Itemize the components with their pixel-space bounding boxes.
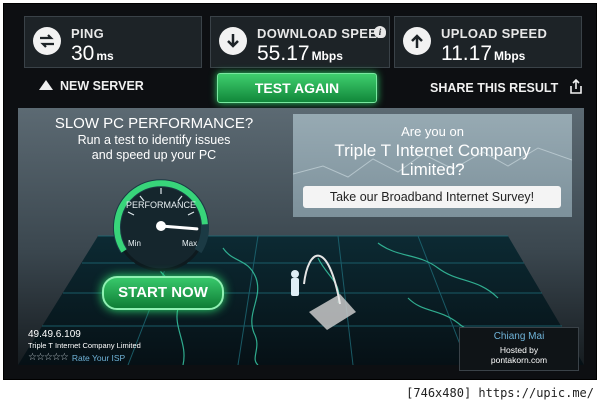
download-unit: Mbps	[311, 49, 343, 63]
triangle-up-icon	[39, 80, 53, 90]
gauge-min-label: Min	[128, 239, 141, 248]
speedtest-frame: PING 30 ms DOWNLOAD SPEED i 55.17 Mbps UPL…	[3, 3, 597, 380]
upload-value-row: 11.17 Mbps	[441, 42, 525, 66]
ping-icon	[33, 27, 61, 55]
promo-line-2: and speed up your PC	[91, 148, 217, 162]
gauge-max-label: Max	[182, 239, 197, 248]
hosted-by-label: Hosted by	[499, 345, 539, 355]
download-label: DOWNLOAD SPEED	[257, 26, 387, 41]
rate-isp[interactable]: ☆☆☆☆☆ Rate Your ISP	[28, 352, 178, 363]
share-result-link[interactable]: SHARE THIS RESULT	[430, 78, 584, 95]
test-again-button[interactable]: TEST AGAIN	[217, 73, 377, 103]
host-name: pontakorn.com	[490, 355, 548, 365]
share-label: SHARE THIS RESULT	[430, 81, 559, 95]
isp-survey-ad[interactable]: Are you on Triple T Internet Company Lim…	[293, 114, 572, 217]
gauge-hub	[156, 221, 166, 231]
promo-title: SLOW PC PERFORMANCE?	[54, 115, 254, 132]
ping-value-row: 30 ms	[71, 42, 114, 66]
download-value-row: 55.17 Mbps	[257, 42, 343, 66]
ping-label: PING	[71, 26, 104, 41]
share-icon	[569, 78, 582, 94]
ping-unit: ms	[96, 49, 114, 63]
ip-address: 49.49.6.109	[28, 329, 81, 340]
gauge-label: PERFORMANCE	[126, 200, 196, 210]
upload-value: 11.17	[441, 42, 492, 65]
map-pin-icon	[291, 270, 299, 296]
upload-unit: Mbps	[494, 49, 526, 63]
watermark-text: [746x480] https://upic.me/	[406, 386, 594, 400]
ping-value: 30	[71, 42, 95, 65]
upload-icon	[403, 27, 431, 55]
rating-stars-icon[interactable]: ☆☆☆☆☆	[28, 352, 69, 363]
action-bar: NEW SERVER TEST AGAIN SHARE THIS RESULT	[18, 72, 584, 103]
ad-question: Are you on	[401, 124, 464, 139]
new-server-link[interactable]: NEW SERVER	[38, 79, 144, 93]
download-value: 55.17	[257, 42, 310, 65]
promo-subtitle: Run a test to identify issues and speed …	[18, 133, 290, 163]
rate-isp-label[interactable]: Rate Your ISP	[72, 353, 125, 363]
performance-gauge: PERFORMANCE Min Max	[113, 179, 209, 272]
promo-line-1: Run a test to identify issues	[77, 133, 231, 147]
ad-isp-name: Triple T Internet Company Limited?	[334, 141, 531, 179]
isp-name: Triple T Internet Company Limited	[28, 341, 141, 350]
upload-panel: UPLOAD SPEED 11.17 Mbps	[394, 16, 582, 68]
ping-panel: PING 30 ms	[24, 16, 202, 68]
download-panel: DOWNLOAD SPEED i 55.17 Mbps	[210, 16, 390, 68]
survey-button[interactable]: Take our Broadband Internet Survey!	[303, 186, 561, 208]
isp-info: 49.49.6.109 Triple T Internet Company Li…	[28, 329, 178, 367]
server-city: Chiang Mai	[493, 331, 545, 342]
info-icon[interactable]: i	[374, 26, 386, 38]
download-icon	[219, 27, 247, 55]
upload-label: UPLOAD SPEED	[441, 26, 548, 41]
start-now-button[interactable]: START NOW	[102, 276, 224, 310]
new-server-label: NEW SERVER	[60, 79, 144, 93]
server-info: Chiang Mai Hosted by pontakorn.com	[459, 327, 579, 371]
